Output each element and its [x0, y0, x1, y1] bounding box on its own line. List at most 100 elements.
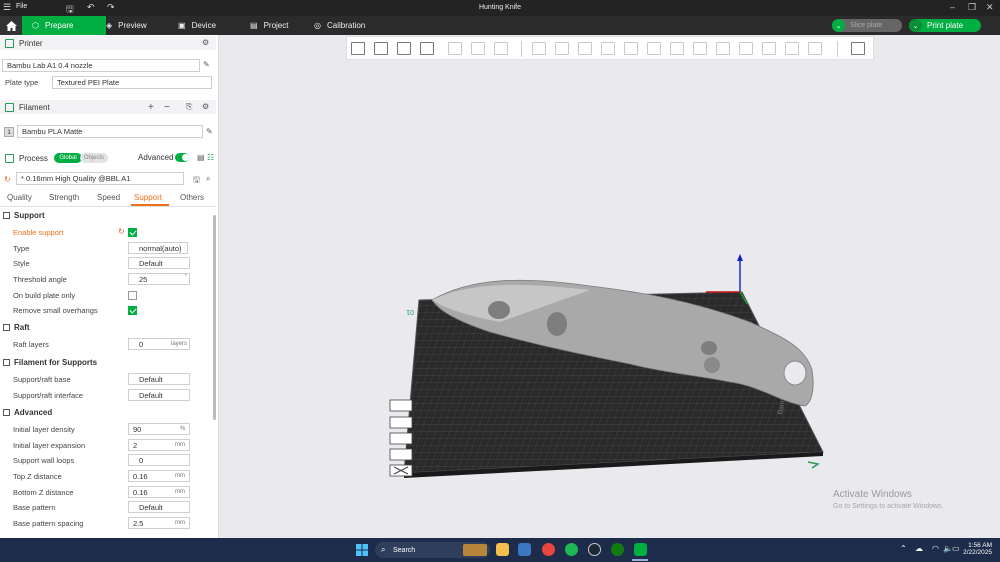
gear-icon[interactable]: ⚙ — [202, 38, 209, 47]
cut-icon[interactable] — [624, 42, 638, 55]
tab-strength[interactable]: Strength — [49, 193, 79, 202]
search-icon[interactable]: ⌕ — [206, 174, 210, 184]
minimize-icon[interactable]: – — [950, 2, 955, 12]
home-button[interactable] — [0, 16, 22, 35]
reset-icon[interactable]: ↻ — [4, 175, 11, 184]
gauge-icon: ◎ — [314, 21, 321, 30]
type-select[interactable]: normal(auto) — [128, 242, 188, 254]
assembly-icon[interactable] — [785, 42, 799, 55]
objects-toggle[interactable]: Objects — [80, 153, 108, 163]
slice-plate-button[interactable]: ⌄ Slice plate — [832, 19, 902, 32]
raft-base-select[interactable]: Default — [128, 373, 190, 385]
edit-icon[interactable] — [389, 448, 413, 461]
wifi-icon[interactable]: ◠ — [932, 544, 939, 553]
process-preset-select[interactable]: * 0.16mm High Quality @BBL A1 — [16, 172, 184, 185]
support-icon — [3, 212, 10, 219]
variable-layer-icon[interactable] — [851, 42, 865, 55]
tab-others[interactable]: Others — [180, 193, 204, 202]
sidebar-scrollbar[interactable] — [213, 215, 216, 420]
tab-device[interactable]: ▣ Device — [168, 16, 226, 35]
advanced-group-header: Advanced — [3, 408, 52, 417]
system-clock[interactable]: 1:56 AM 2/22/2025 — [960, 542, 992, 556]
layers-icon: ◈ — [106, 21, 113, 30]
text-icon[interactable] — [716, 42, 730, 55]
reset-icon[interactable]: ↻ — [118, 227, 125, 236]
seam-paint-icon[interactable] — [693, 42, 707, 55]
remove-icon[interactable]: − — [164, 102, 170, 113]
settings-sidebar: Printer ⚙ Bambu Lab A1 0.4 nozzle ✎ Plat… — [0, 35, 219, 538]
add-icon[interactable]: + — [148, 102, 154, 113]
plate-type-select[interactable]: Textured PEI Plate — [52, 76, 212, 89]
arrange-icon[interactable] — [389, 432, 413, 445]
measure-icon[interactable] — [762, 42, 776, 55]
tab-quality[interactable]: Quality — [7, 193, 32, 202]
steam-icon[interactable] — [588, 543, 601, 556]
copy-icon[interactable] — [448, 42, 462, 55]
chevron-down-icon[interactable]: ⌄ — [832, 19, 845, 32]
tab-project[interactable]: ▤ Project — [240, 16, 298, 35]
fit-view-icon[interactable] — [808, 42, 822, 55]
tab-speed[interactable]: Speed — [97, 193, 120, 202]
lay-on-face-icon[interactable] — [601, 42, 615, 55]
wall-loops-input[interactable]: 0 — [128, 454, 190, 466]
compare-icon[interactable]: ▤ — [197, 153, 205, 162]
split-icon[interactable] — [494, 42, 508, 55]
boolean-icon[interactable] — [647, 42, 661, 55]
plate-type-value: Textured PEI Plate — [57, 78, 120, 87]
print-plate-button[interactable]: ⌄ Print plate — [909, 19, 981, 32]
taskbar-search[interactable]: ⌕ Search — [375, 542, 490, 558]
chrome-icon[interactable] — [542, 543, 555, 556]
on-build-plate-checkbox[interactable] — [128, 291, 137, 300]
enable-support-checkbox[interactable] — [128, 228, 137, 237]
spotify-icon[interactable] — [565, 543, 578, 556]
advanced-toggle[interactable] — [175, 153, 189, 162]
rotate-icon[interactable] — [555, 42, 569, 55]
restore-icon[interactable]: ❐ — [968, 2, 976, 13]
close-icon[interactable]: ✕ — [986, 2, 994, 13]
paste-icon[interactable] — [471, 42, 485, 55]
auto-orient-icon[interactable] — [397, 42, 411, 55]
move-icon[interactable] — [532, 42, 546, 55]
style-select[interactable]: Default — [128, 257, 190, 269]
edit-icon[interactable]: ✎ — [203, 60, 210, 69]
filament-select[interactable]: Bambu PLA Matte — [17, 125, 203, 138]
threshold-input[interactable]: 25 — [128, 273, 190, 285]
list-icon[interactable]: ☷ — [207, 153, 214, 162]
gear-icon[interactable]: ⚙ — [202, 102, 209, 111]
save-icon[interactable]: 🖫 — [193, 174, 200, 188]
file-explorer-icon[interactable] — [496, 543, 509, 556]
raft-interface-select[interactable]: Default — [128, 389, 190, 401]
store-icon[interactable] — [518, 543, 531, 556]
raft-layers-unit: layers — [171, 341, 188, 347]
windows-start-icon[interactable] — [356, 544, 368, 556]
battery-icon[interactable]: ▭ — [952, 544, 960, 553]
arrange-icon[interactable] — [420, 42, 434, 55]
global-toggle[interactable]: Global — [54, 153, 82, 163]
xbox-icon[interactable] — [611, 543, 624, 556]
add-object-icon[interactable] — [351, 42, 365, 55]
printer-select[interactable]: Bambu Lab A1 0.4 nozzle — [2, 59, 200, 72]
edit-icon[interactable]: ✎ — [206, 127, 213, 136]
sync-icon[interactable]: ⎘ — [186, 102, 192, 112]
remove-overhangs-checkbox[interactable] — [128, 306, 137, 315]
chevron-down-icon[interactable]: ⌄ — [909, 19, 922, 32]
base-pattern-select[interactable]: Default — [128, 501, 190, 513]
raft-layers-value: 0 — [139, 339, 144, 349]
cloud-icon[interactable]: ☁ — [915, 544, 923, 553]
3d-viewport[interactable]: 01 Bambu — [220, 60, 1000, 538]
clock-time: 1:56 AM — [968, 542, 992, 549]
tab-prepare[interactable]: ⬡ Prepare — [22, 16, 106, 35]
tab-preview[interactable]: ◈ Preview — [96, 16, 157, 35]
scale-icon[interactable] — [578, 42, 592, 55]
active-app-indicator — [632, 559, 648, 561]
support-paint-icon[interactable] — [670, 42, 684, 55]
add-plate-icon[interactable] — [374, 42, 388, 55]
tab-support[interactable]: Support — [134, 193, 162, 202]
bambu-studio-icon[interactable] — [634, 543, 647, 556]
tab-calibration[interactable]: ◎ Calibration — [304, 16, 375, 35]
color-paint-icon[interactable] — [739, 42, 753, 55]
chevron-up-icon[interactable]: ⌃ — [900, 544, 907, 553]
lock-icon[interactable] — [389, 416, 413, 429]
initial-density-unit: % — [180, 426, 186, 432]
eye-icon[interactable] — [389, 399, 413, 412]
